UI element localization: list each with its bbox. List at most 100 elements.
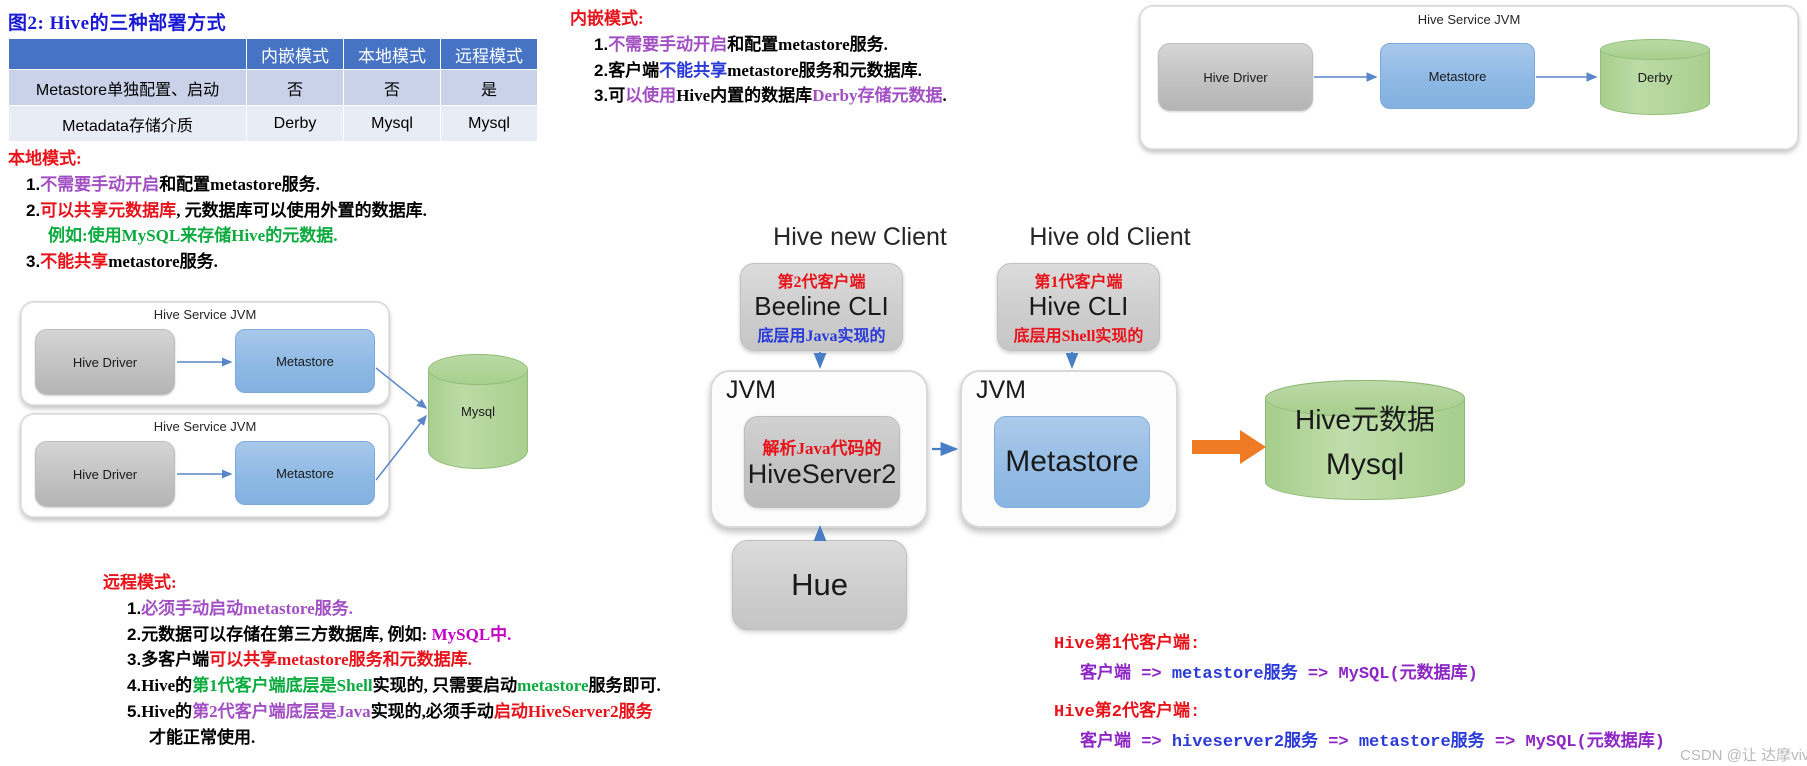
list-item-text: metastore (517, 676, 589, 696)
mysql-label: Mysql (461, 404, 495, 419)
list-item-text: 元数据可以存储在第三方数据库, 例如: (141, 624, 432, 644)
flow-segment: MySQL (1338, 665, 1390, 684)
list-item-text: 不能共享 (40, 252, 109, 272)
figure-title: 图2: Hive的三种部署方式 (8, 13, 227, 34)
list-item-text: 不需要手动开启 (608, 34, 728, 54)
flow-segment: => (1297, 665, 1339, 684)
table-cell: Mysql (343, 105, 441, 142)
local-mode-note: 本地模式: 1.不需要手动开启和配置metastore服务. 2.可以共享元数据库… (8, 146, 427, 275)
list-item-text: 例如:使用MySQL来存储Hive的元数据. (48, 226, 338, 246)
list-item-text: 和配置metastore服务. (727, 34, 888, 54)
remote-architecture-diagram: Hive new Client Hive old Client 第2代客户端 B… (700, 215, 1807, 675)
remote-mode-note: 远程模式: 1.必须手动启动metastore服务. 2.元数据可以存储在第三方数… (103, 570, 661, 751)
list-item-text: 必须手动启动metastore服务. (141, 598, 353, 618)
gen1-flow-line: 客户端 => metastore服务 => MySQL(元数据库) (1054, 658, 1478, 684)
flow-segment: MySQL(元数据库) (1525, 733, 1665, 752)
list-item-number: 3. (127, 650, 142, 670)
embedded-mode-heading: 内嵌模式: (570, 9, 644, 28)
flow-segment: => (1318, 733, 1359, 752)
list-item-number: 5. (127, 702, 142, 722)
embedded-arrows (1314, 72, 1598, 82)
table-cell: Mysql (440, 105, 538, 142)
list-item-text: 可以共享metastore服务和元数据库. (209, 650, 472, 670)
list-item-text: Hive的 (141, 676, 193, 696)
list-item-text: 实现的,必须手动 (370, 702, 494, 722)
table-row: Metadata存储介质 Derby Mysql Mysql (8, 105, 538, 142)
list-item-text: 多客户端 (141, 650, 210, 670)
flow-segment: 客户端 => (1080, 733, 1172, 752)
list-item: 3.不能共享metastore服务. (26, 249, 427, 275)
table-row: Metastore单独配置、启动 否 否 是 (8, 69, 538, 106)
list-item-text: 以使用 (625, 86, 677, 106)
list-item-text: MySQL中. (431, 624, 512, 644)
table-cell: 否 (246, 69, 344, 106)
table-row-label: Metadata存储介质 (8, 105, 247, 142)
local-mode-heading: 本地模式: (8, 149, 82, 168)
flow-segment: => (1484, 733, 1526, 752)
embedded-mode-list: 1.不需要手动开启和配置metastore服务. 2.客户端不能共享metasto… (570, 32, 947, 109)
list-item-number: 1. (127, 598, 142, 618)
list-item: 3.可以使用Hive内置的数据库Derby存储元数据. (594, 83, 947, 109)
table-header-remote: 远程模式 (440, 38, 538, 70)
list-item: 4.Hive的第1代客户端底层是Shell实现的, 只需要启动metastore… (127, 673, 661, 699)
list-item-text: . (942, 86, 947, 106)
list-item-text: 启动HiveServer2服务 (493, 702, 653, 722)
derby-label: Derby (1637, 69, 1673, 85)
list-item-text: 和配置metastore服务. (159, 174, 320, 194)
list-item-text: 实现的, 只需要启动 (372, 676, 518, 696)
list-item: 1.必须手动启动metastore服务. (127, 596, 661, 622)
list-item-number: 3. (26, 252, 41, 272)
deployment-modes-table: 内嵌模式 本地模式 远程模式 Metastore单独配置、启动 否 否 是 Me… (8, 38, 538, 142)
embedded-jvm-diagram: Hive Service JVM Hive Driver Metastore D… (1139, 5, 1799, 150)
flow-segment: (元数据库) (1389, 665, 1478, 684)
gen2-flow-line: 客户端 => hiveserver2服务 => metastore服务 => M… (1054, 726, 1665, 752)
list-item-text: Hive内置的数据库 (676, 86, 813, 106)
gen2-flow-note: Hive第2代客户端: 客户端 => hiveserver2服务 => meta… (1054, 696, 1665, 752)
list-item-number: 4. (127, 676, 142, 696)
list-item-number: 3. (594, 86, 609, 106)
local-mode-list: 1.不需要手动开启和配置metastore服务. 2.可以共享元数据库, 元数据库… (8, 172, 427, 275)
list-item-text: 可 (608, 86, 626, 106)
flow-segment: hiveserver2服务 (1171, 733, 1319, 752)
arrow-metastore-to-mysql (1192, 430, 1266, 464)
list-item: 2.客户端不能共享metastore服务和元数据库. (594, 58, 947, 84)
list-item-text: Hive的 (141, 702, 193, 722)
local-mode-diagram: Hive Service JVM Hive Driver Metastore H… (8, 296, 548, 526)
list-item-text: 客户端 (608, 60, 660, 80)
architecture-arrows (813, 352, 1266, 541)
gen1-flow-note: Hive第1代客户端: 客户端 => metastore服务 => MySQL(… (1054, 628, 1478, 684)
list-item: 才能正常使用. (127, 725, 661, 751)
embedded-mode-note: 内嵌模式: 1.不需要手动开启和配置metastore服务. 2.客户端不能共享m… (570, 6, 947, 109)
table-cell: 是 (440, 69, 538, 106)
list-item: 1.不需要手动开启和配置metastore服务. (594, 32, 947, 58)
list-item-text: 服务即可. (588, 676, 661, 696)
list-item-number: 1. (594, 34, 609, 54)
table-header-local: 本地模式 (343, 38, 441, 70)
list-item-text: Derby存储元数据 (812, 86, 943, 106)
list-item-text: 可以共享元数据库 (40, 200, 177, 220)
table-cell: 否 (343, 69, 441, 106)
list-item-text: metastore服务和元数据库. (727, 60, 922, 80)
flow-segment: 客户端 => (1080, 665, 1172, 684)
list-item-text: 第2代客户端底层是Java (192, 702, 371, 722)
list-item-number: 1. (26, 174, 41, 194)
flow-segment: metastore服务 (1171, 665, 1298, 684)
list-item-text: 第1代客户端底层是Shell (192, 676, 373, 696)
watermark: CSDN @让 达摩vivo (1680, 747, 1807, 764)
table-header-embedded: 内嵌模式 (246, 38, 344, 70)
list-item: 2.可以共享元数据库, 元数据库可以使用外置的数据库. (26, 198, 427, 224)
table-row-label: Metastore单独配置、启动 (8, 69, 247, 106)
mysql-label: Mysql (1325, 448, 1405, 481)
list-item-text: , 元数据库可以使用外置的数据库. (176, 200, 427, 220)
remote-mode-list: 1.必须手动启动metastore服务. 2.元数据可以存储在第三方数据库, 例如… (103, 596, 661, 751)
list-item-text: 不能共享 (659, 60, 728, 80)
list-item: 3.多客户端可以共享metastore服务和元数据库. (127, 647, 661, 673)
remote-mode-heading: 远程模式: (103, 573, 177, 592)
list-item-number: 2. (26, 200, 41, 220)
gen2-heading: Hive第2代客户端: (1054, 703, 1201, 722)
table-cell: Derby (246, 105, 344, 142)
flow-segment: metastore服务 (1358, 733, 1485, 752)
table-header-corner (8, 38, 247, 70)
gen1-heading: Hive第1代客户端: (1054, 635, 1201, 654)
hive-metadata-label: Hive元数据 (1294, 404, 1435, 435)
